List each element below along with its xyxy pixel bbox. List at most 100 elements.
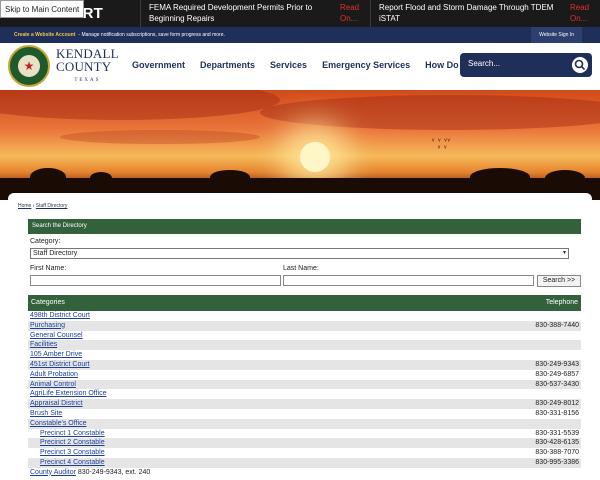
first-name-label: First Name: [30,265,67,272]
telephone-value: 830-995-3386 [535,458,579,466]
table-row: Purchasing 830-388-7440 [28,320,581,331]
category-link[interactable]: Constable's Office [30,420,86,427]
category-link[interactable]: Precinct 1 Constable [30,430,105,437]
nav-emergency-services[interactable]: Emergency Services [322,60,410,70]
telephone-value: 830-388-7070 [535,449,579,457]
alert-item-2-text[interactable]: Report Flood and Storm Damage Through TD… [379,2,562,25]
nav-government[interactable]: Government [132,60,185,70]
row-left: Adult Probation [30,370,78,380]
table-row: Precinct 2 Constable 830-428-6135 [28,438,581,449]
table-row: Adult Probation 830-249-6857 [28,370,581,380]
breadcrumb-staff-directory[interactable]: Staff Directory [36,203,68,209]
alert-item-1-text[interactable]: FEMA Required Development Permits Prior … [149,2,332,25]
telephone-value: 830-388-7440 [535,321,579,329]
category-link[interactable]: Precinct 4 Constable [30,459,105,466]
category-link[interactable]: General Counsel [30,332,83,339]
table-row: Precinct 1 Constable 830-331-5539 [28,429,581,439]
category-select-value: Staff Directory [33,250,78,257]
row-left: 498th District Court [30,311,90,321]
site-search[interactable]: Search... [460,53,592,77]
row-left: 451st District Court [30,360,90,370]
nav-services[interactable]: Services [270,60,307,70]
category-select[interactable]: Staff Directory ▾ [30,248,569,259]
search-icon [574,59,586,71]
first-name-field[interactable] [30,275,281,286]
main-nav: Government Departments Services Emergenc… [132,60,486,70]
category-link[interactable]: Appraisal District [30,400,83,407]
table-row: County Auditor 830-249-9343, ext. 240 [28,468,581,478]
directory-list: 498th District Court Purchasing 830-388-74… [28,311,581,478]
category-link[interactable]: County Auditor [30,469,76,476]
table-row: 451st District Court 830-249-9343 [28,359,581,370]
last-name-field[interactable] [283,275,534,286]
category-label: Category: [30,238,61,245]
directory-search-button[interactable]: Search >> [537,275,581,287]
alert-item-1[interactable]: FEMA Required Development Permits Prior … [140,0,370,27]
category-link[interactable]: Brush Site [30,410,62,417]
breadcrumb-separator: › [32,203,35,209]
alert-item-2[interactable]: Report Flood and Storm Damage Through TD… [370,0,600,27]
telephone-value: 830-249-8012 [535,400,579,408]
account-bar: Create a Website Account - Manage notifi… [0,27,600,43]
search-input[interactable]: Search... [468,59,500,68]
row-left: General Counsel [30,331,83,341]
create-account-link[interactable]: Create a Website Account [14,32,75,38]
table-row: Precinct 3 Constable 830-388-7070 [28,448,581,458]
main-content: Home › Staff Directory Search the Direct… [8,193,592,480]
category-link[interactable]: Facilities [30,341,57,348]
last-name-label: Last Name: [283,265,319,272]
telephone-value: 830-428-6135 [535,439,579,447]
category-link[interactable]: Precinct 2 Constable [30,439,105,446]
row-left: County Auditor 830-249-9343, ext. 240 [30,468,150,478]
emergency-alert-bar: ENCY ALERT FEMA Required Development Per… [0,0,600,27]
row-left: Precinct 3 Constable [30,448,105,458]
row-left: Facilities [30,340,57,350]
county-name-line2: COUNTY [56,59,112,74]
category-link[interactable]: 451st District Court [30,361,90,368]
county-state: TEXAS [74,78,101,83]
star-icon: ★ [18,55,40,77]
chevron-down-icon: ▾ [562,250,566,256]
row-left: Precinct 4 Constable [30,458,105,468]
table-row: Brush Site 830-331-8156 [28,409,581,419]
birds: ᵛ ᵛ ᵛᵛ ᵛ ᵛ [432,138,451,152]
col-telephone: Telephone [545,299,578,306]
row-left: Animal Control [30,380,76,390]
row-left: AgriLife Extension Office [30,389,107,399]
county-seal-logo[interactable]: ★ [8,45,50,87]
telephone-value: 830-249-9343 [535,360,579,368]
directory-table-header: Categories Telephone [28,295,581,311]
table-row: AgriLife Extension Office [28,389,581,399]
category-link[interactable]: Precinct 3 Constable [30,449,105,456]
search-directory-heading: Search the Directory [28,219,581,234]
table-row: Appraisal District 830-249-8012 [28,399,581,409]
row-left: Brush Site [30,409,62,419]
category-link[interactable]: Adult Probation [30,371,78,378]
alert-item-1-read-on-link[interactable]: Read On... [332,2,362,25]
sun [300,142,330,172]
table-row: Facilities [28,340,581,351]
site-header: ★ KENDALL COUNTY TEXAS Government Depart… [0,43,600,90]
alert-item-2-read-on-link[interactable]: Read On... [562,2,592,25]
skip-to-main-content-link[interactable]: Skip to Main Content [0,0,85,18]
nav-departments[interactable]: Departments [200,60,255,70]
telephone-value: 830-537-3430 [535,380,579,388]
breadcrumb-home[interactable]: Home [18,203,31,209]
row-left: Precinct 2 Constable [30,438,105,448]
table-row: Constable's Office [28,418,581,429]
account-tagline: - Manage notification subscriptions, sav… [78,32,225,38]
category-link[interactable]: 498th District Court [30,312,90,319]
table-row: Precinct 4 Constable 830-995-3386 [28,457,581,468]
table-row: General Counsel [28,331,581,341]
row-left: Appraisal District [30,399,83,409]
website-sign-in-button[interactable]: Website Sign In [531,27,582,43]
row-left: 105 Amber Drive [30,350,82,360]
category-link[interactable]: AgriLife Extension Office [30,390,107,397]
search-button[interactable] [572,57,588,73]
category-link[interactable]: Animal Control [30,381,76,388]
county-name[interactable]: KENDALL COUNTY TEXAS [56,47,119,87]
table-row: Animal Control 830-537-3430 [28,379,581,390]
table-row: 105 Amber Drive [28,350,581,360]
category-link[interactable]: 105 Amber Drive [30,351,82,358]
category-link[interactable]: Purchasing [30,322,65,329]
